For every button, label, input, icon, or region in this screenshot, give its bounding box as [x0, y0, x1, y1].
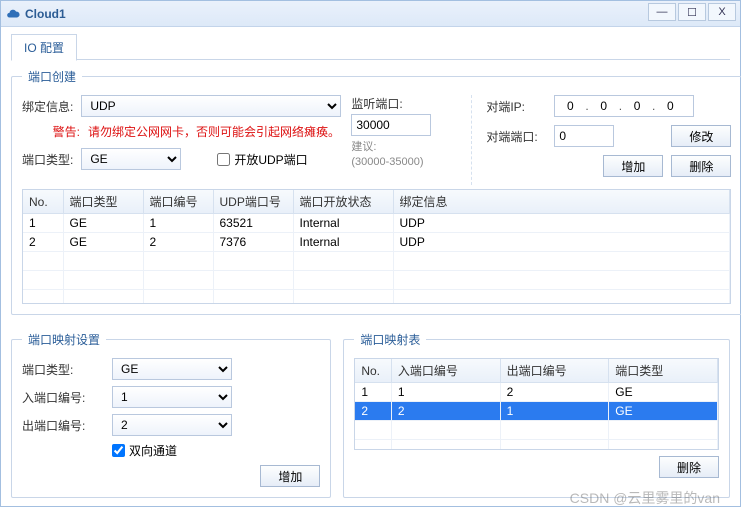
close-button[interactable]: X — [708, 3, 736, 21]
table-row[interactable]: 221GE — [355, 402, 717, 421]
port-table[interactable]: No. 端口类型 端口编号 UDP端口号 端口开放状态 绑定信息 1GE1635… — [22, 189, 731, 304]
port-type-select[interactable]: GE — [81, 148, 181, 170]
maximize-button[interactable]: ☐ — [678, 3, 706, 21]
col-type[interactable]: 端口类型 — [63, 190, 143, 214]
ms-in-select[interactable]: 1 — [112, 386, 232, 408]
listen-port-input[interactable] — [351, 114, 431, 136]
col-no[interactable]: No. — [23, 190, 63, 214]
cloud-icon — [5, 6, 21, 22]
legend-map-table: 端口映射表 — [354, 331, 426, 348]
ms-port-type-select[interactable]: GE — [112, 358, 232, 380]
mt-col-no[interactable]: No. — [355, 359, 391, 383]
suggest-label: 建议: — [351, 138, 376, 154]
open-udp-input[interactable] — [217, 153, 230, 166]
peer-ip-input[interactable]: . . . — [554, 95, 694, 117]
tab-io-config[interactable]: IO 配置 — [11, 34, 77, 61]
add-port-button[interactable]: 增加 — [603, 155, 663, 177]
table-row[interactable]: 1GE163521InternalUDP — [23, 214, 730, 233]
suggest-range: (30000-35000) — [351, 156, 423, 168]
mt-col-out[interactable]: 出端口编号 — [500, 359, 609, 383]
bidir-checkbox[interactable]: 双向通道 — [112, 442, 177, 459]
bind-select[interactable]: UDP — [81, 95, 341, 117]
ms-add-button[interactable]: 增加 — [260, 465, 320, 487]
mt-col-type[interactable]: 端口类型 — [609, 359, 718, 383]
col-bind[interactable]: 绑定信息 — [393, 190, 730, 214]
warn-label: 警告: — [22, 123, 80, 140]
minimize-button[interactable]: — — [648, 3, 676, 21]
modify-button[interactable]: 修改 — [671, 125, 731, 147]
port-type-label: 端口类型: — [22, 151, 73, 168]
window-title: Cloud1 — [25, 7, 66, 21]
listen-label: 监听端口: — [351, 95, 402, 112]
client-area: IO 配置 端口创建 绑定信息: UDP 警告: 请勿绑定公网网卡，否则可能会引… — [1, 27, 740, 506]
col-idx[interactable]: 端口编号 — [143, 190, 213, 214]
legend-port-create: 端口创建 — [22, 68, 82, 85]
warn-text: 请勿绑定公网网卡，否则可能会引起网络瘫痪。 — [88, 123, 340, 140]
app-window: Cloud1 — ☐ X IO 配置 端口创建 绑定信息: UDP — [0, 0, 741, 507]
ms-out-label: 出端口编号: — [22, 417, 112, 434]
table-row[interactable]: 112GE — [355, 383, 717, 402]
titlebar: Cloud1 — ☐ X — [1, 1, 740, 27]
ip-seg-4[interactable] — [655, 99, 685, 113]
peer-port-label: 对端端口: — [486, 128, 546, 145]
table-row[interactable]: 2GE27376InternalUDP — [23, 233, 730, 252]
peer-port-input[interactable] — [554, 125, 614, 147]
map-table[interactable]: No. 入端口编号 出端口编号 端口类型 112GE 221GE — [354, 358, 719, 450]
mt-col-in[interactable]: 入端口编号 — [391, 359, 500, 383]
ip-seg-3[interactable] — [622, 99, 652, 113]
ip-seg-1[interactable] — [555, 99, 585, 113]
delete-port-button[interactable]: 删除 — [671, 155, 731, 177]
open-udp-checkbox[interactable]: 开放UDP端口 — [217, 151, 307, 168]
legend-map-settings: 端口映射设置 — [22, 331, 106, 348]
open-udp-label: 开放UDP端口 — [234, 151, 307, 168]
bidir-input[interactable] — [112, 444, 125, 457]
bidir-label: 双向通道 — [129, 442, 177, 459]
ms-port-type-label: 端口类型: — [22, 361, 112, 378]
group-map-settings: 端口映射设置 端口类型: GE 入端口编号: 1 出端口编号: 2 双向通道 — [11, 331, 331, 498]
peer-ip-label: 对端IP: — [486, 98, 546, 115]
mt-delete-button[interactable]: 删除 — [659, 456, 719, 478]
group-port-create: 端口创建 绑定信息: UDP 警告: 请勿绑定公网网卡，否则可能会引起网络瘫痪。 — [11, 68, 741, 315]
ms-out-select[interactable]: 2 — [112, 414, 232, 436]
ip-seg-2[interactable] — [589, 99, 619, 113]
group-map-table: 端口映射表 No. 入端口编号 出端口编号 端口类型 112GE — [343, 331, 730, 498]
col-udp[interactable]: UDP端口号 — [213, 190, 293, 214]
col-open[interactable]: 端口开放状态 — [293, 190, 393, 214]
bind-label: 绑定信息: — [22, 98, 73, 115]
ms-in-label: 入端口编号: — [22, 389, 112, 406]
